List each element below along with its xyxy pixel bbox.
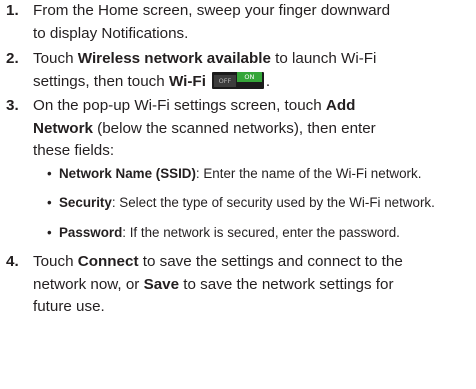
step-number: 1. <box>6 2 19 19</box>
step-line: From the Home screen, sweep your finger … <box>33 2 391 19</box>
step-line: future use. <box>33 298 105 315</box>
wifi-toggle-icon: OFF ON <box>211 71 264 89</box>
plain-text: Touch <box>33 50 78 67</box>
toggle-off-label: OFF <box>213 74 236 87</box>
ui-term-wireless-network-available: Wireless network available <box>77 50 271 67</box>
bullet-term: Security <box>59 195 112 210</box>
step-text: From the Home screen, sweep your finger … <box>33 0 473 45</box>
plain-text: to save the settings and connect to the <box>138 253 403 270</box>
step-line: network now, or Save to save the network… <box>33 274 473 297</box>
plain-text: (below the scanned networks), then enter <box>92 119 376 137</box>
step-number: 3. <box>6 97 19 114</box>
bullet-item-password: • Password: If the network is secured, en… <box>47 222 476 244</box>
ui-term-connect: Connect <box>77 253 139 270</box>
step-line: Touch Connect to save the settings and c… <box>33 251 473 274</box>
bullet-icon: • <box>47 195 52 210</box>
bullet-term: Network Name (SSID) <box>59 166 196 181</box>
bullet-icon: • <box>47 225 52 240</box>
bullet-icon: • <box>47 166 52 181</box>
step-line: Touch Wireless network available to laun… <box>33 48 473 71</box>
plain-text: On the pop-up Wi-Fi settings screen, tou… <box>33 97 326 114</box>
plain-text: to launch Wi-Fi <box>270 50 377 67</box>
plain-text: settings, then touch <box>33 72 169 90</box>
step-text: Touch Connect to save the settings and c… <box>33 251 473 319</box>
plain-text: network now, or <box>33 275 144 293</box>
step-line: On the pop-up Wi-Fi settings screen, tou… <box>33 95 473 118</box>
plain-text: Touch <box>33 253 78 270</box>
plain-text: to save the network settings for <box>179 275 394 293</box>
toggle-on-label: ON <box>236 71 262 82</box>
bullet-item-security: • Security: Select the type of security u… <box>47 192 476 214</box>
ui-term-wifi: Wi-Fi <box>168 72 206 90</box>
step-line: these fields: <box>33 142 115 159</box>
step-number: 4. <box>6 253 19 270</box>
ui-term-add: Add <box>325 97 356 114</box>
bullet-item-network-name: • Network Name (SSID): Enter the name of … <box>47 163 476 185</box>
step-line: to display Notifications. <box>33 24 189 42</box>
bullet-text: : If the network is secured, enter the p… <box>122 225 400 240</box>
step-line: settings, then touch Wi-Fi OFF ON. <box>33 71 473 94</box>
bullet-text: : Enter the name of the Wi-Fi network. <box>195 166 422 181</box>
instruction-document: 1. From the Home screen, sweep your fing… <box>0 0 476 389</box>
step-number: 2. <box>6 50 19 67</box>
bullet-term: Password <box>59 225 123 240</box>
step-text: Touch Wireless network available to laun… <box>33 48 473 93</box>
step-line: Network (below the scanned networks), th… <box>33 118 473 141</box>
ui-term-network: Network <box>33 119 93 137</box>
bullet-text: : Select the type of security used by th… <box>111 195 435 210</box>
ui-term-save: Save <box>143 275 180 293</box>
step-text: On the pop-up Wi-Fi settings screen, tou… <box>33 95 473 163</box>
plain-text: . <box>265 72 271 90</box>
